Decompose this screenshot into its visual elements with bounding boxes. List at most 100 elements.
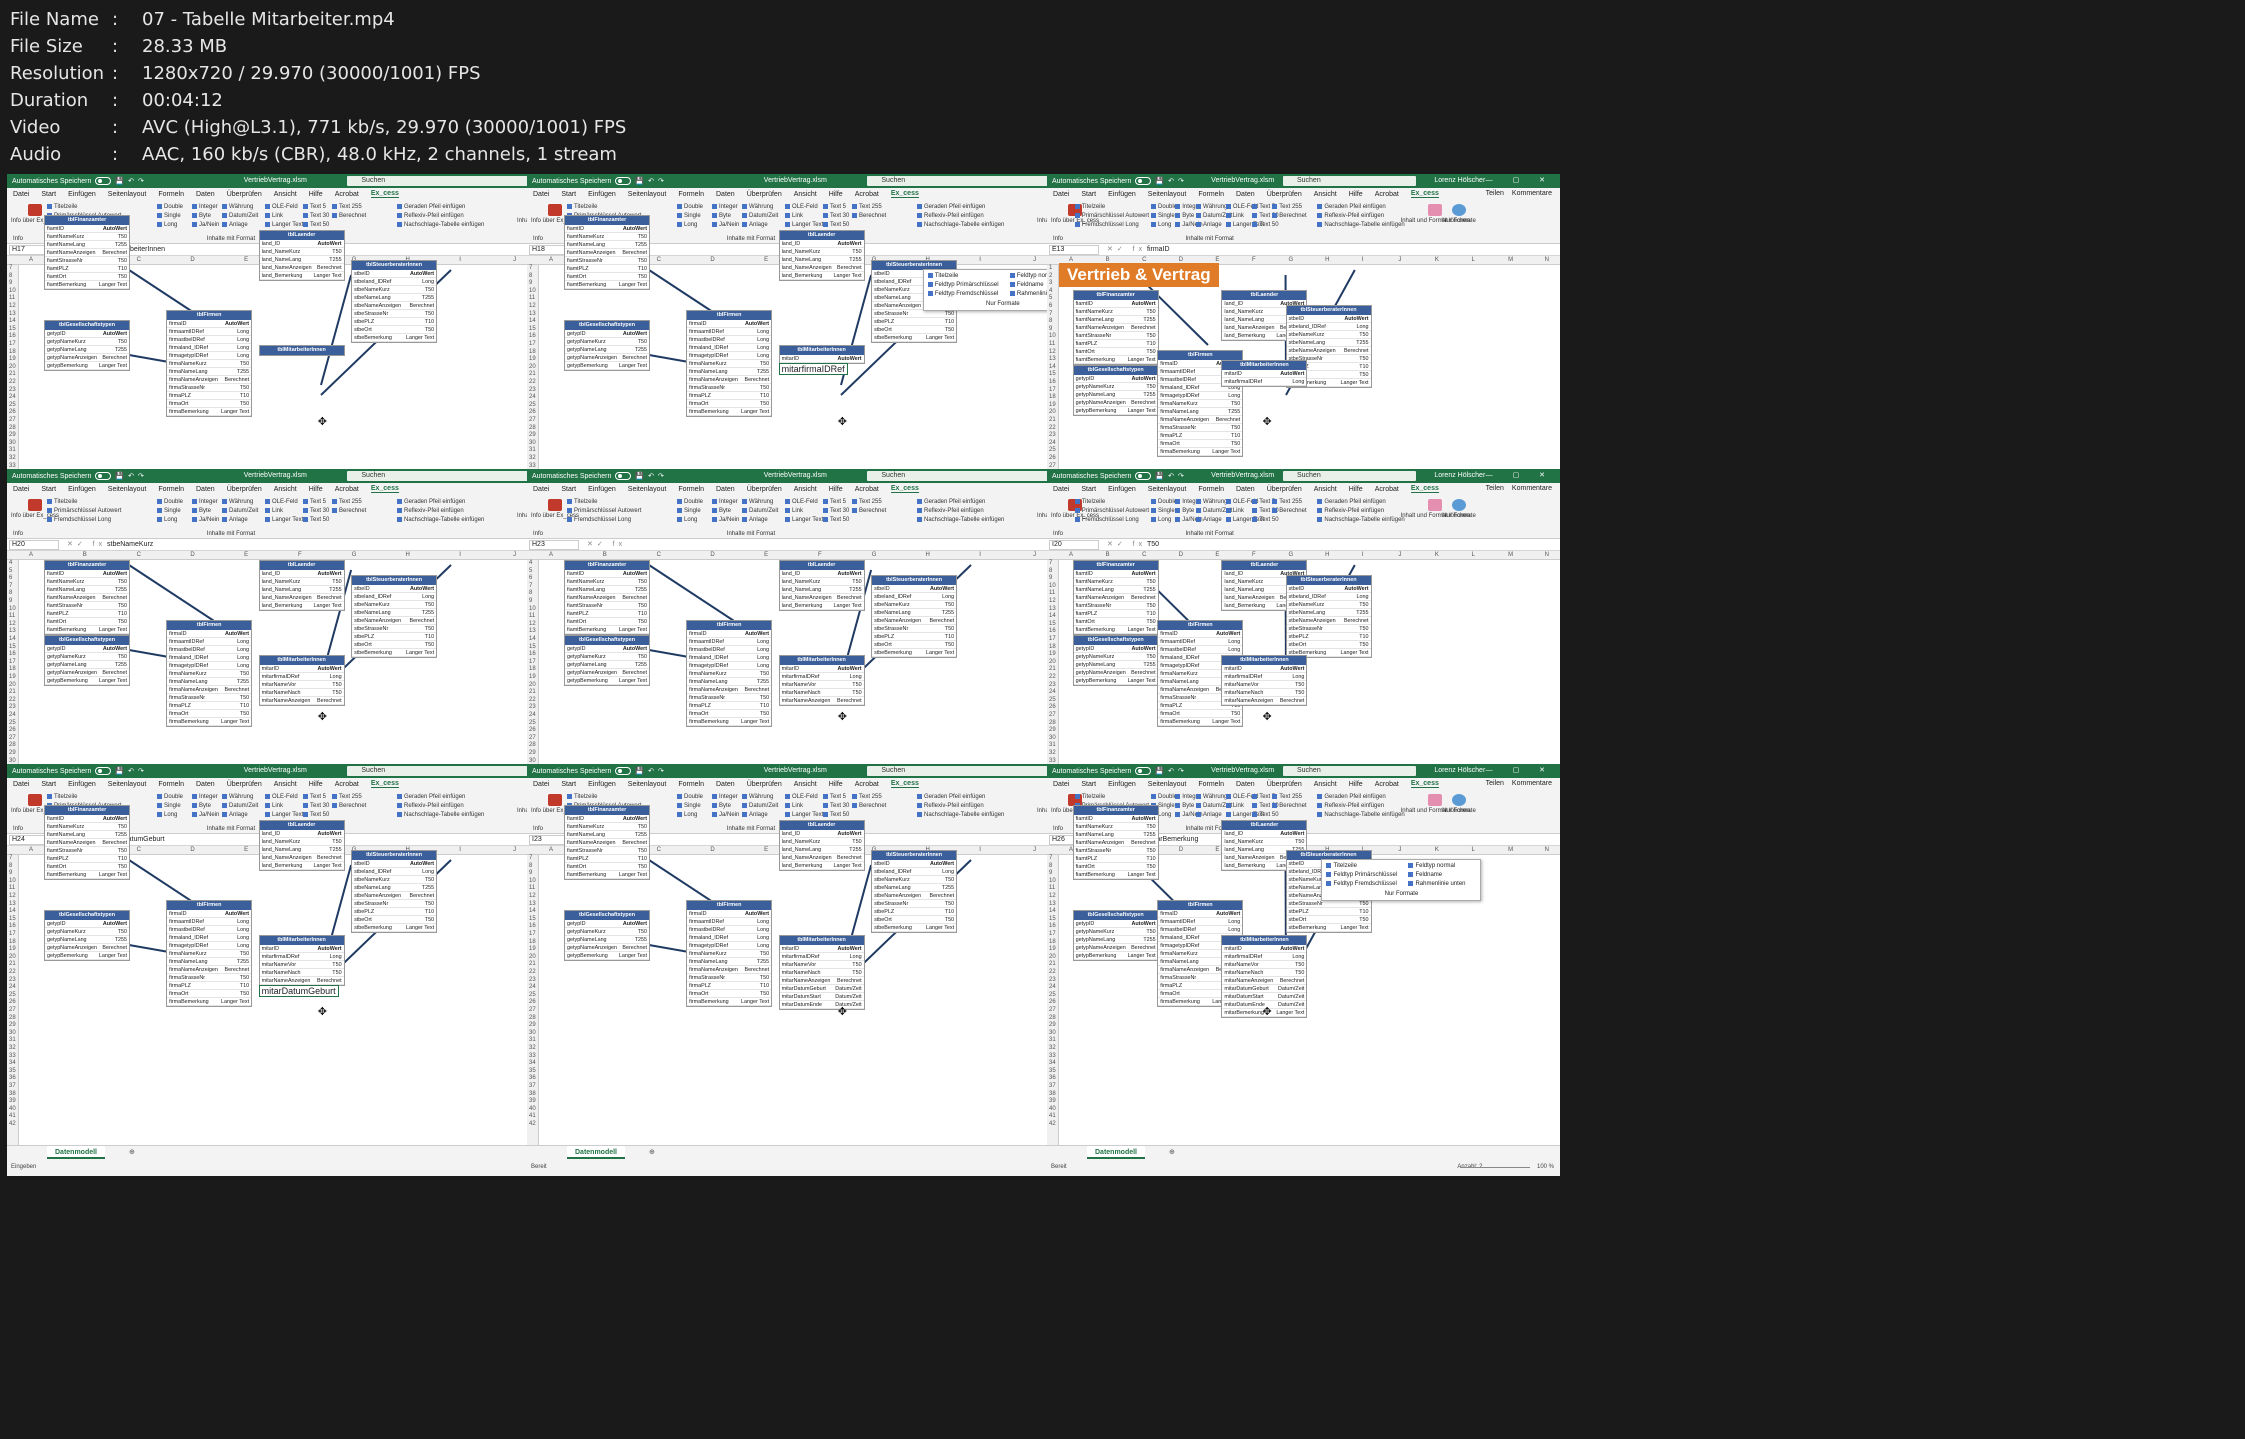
ribbon-item[interactable]: Text 5	[823, 793, 849, 802]
autosave-toggle[interactable]	[95, 767, 112, 775]
row-header[interactable]: 19	[9, 674, 16, 680]
column-header[interactable]: E	[764, 552, 768, 558]
table-row[interactable]: fiamtNameKurz T50	[45, 823, 129, 831]
table-row[interactable]: fiamtNameAnzeigen Berechnet	[45, 839, 129, 847]
row-header[interactable]: 26	[529, 999, 536, 1005]
ribbon-item[interactable]: Reflexiv-Pfeil einfügen	[1317, 212, 1404, 221]
ribbon-item[interactable]: Link	[785, 212, 823, 221]
ribbon-item[interactable]: Geraden Pfeil einfügen	[917, 793, 1004, 802]
tab-acrobat[interactable]: Acrobat	[855, 781, 879, 788]
row-header[interactable]: 35	[9, 1068, 16, 1074]
table-row[interactable]: firmaBemerkungLanger Text	[167, 408, 252, 416]
row-header[interactable]: 33	[529, 463, 536, 469]
row-header[interactable]: 8	[9, 863, 12, 869]
table-row[interactable]: stbeBemerkung Langer Text	[352, 924, 437, 932]
ribbon-item[interactable]: Fremdschlüssel Long	[1075, 516, 1149, 525]
ribbon-item[interactable]: Geraden Pfeil einfügen	[397, 793, 484, 802]
row-header[interactable]: 32	[9, 1045, 16, 1051]
table-row[interactable]: fiamtStrasseNr T50	[1073, 332, 1158, 340]
table-row[interactable]: getypBemerkung Langer Text	[565, 677, 649, 685]
ribbon-item[interactable]: Single	[157, 507, 183, 516]
row-header[interactable]: 28	[9, 742, 16, 748]
tab-daten[interactable]: Daten	[196, 486, 215, 493]
ribbon-item[interactable]: Single	[677, 212, 703, 221]
ribbon-item[interactable]: Nachschlage-Tabelle einfügen	[397, 516, 484, 525]
tab-berprfen[interactable]: Überprüfen	[1267, 781, 1302, 788]
row-header[interactable]: 23	[529, 704, 536, 710]
table-row[interactable]: getypNameKurz T50	[565, 653, 649, 661]
ribbon-item[interactable]: Währung	[222, 793, 258, 802]
table-row[interactable]: firmagetypIDRefLong	[167, 942, 252, 950]
row-header[interactable]: 14	[9, 908, 16, 914]
column-header[interactable]: E	[764, 257, 768, 263]
table-row[interactable]: fiamtStrasseNr T50	[45, 602, 129, 610]
row-header[interactable]: 40	[1049, 1106, 1056, 1112]
ribbon-item[interactable]: Text 5	[303, 498, 329, 507]
column-header[interactable]: D	[1179, 552, 1183, 558]
row-header[interactable]: 10	[1049, 878, 1056, 884]
table-row[interactable]: fiamtNameKurz T50	[45, 578, 129, 586]
row-header[interactable]: 39	[1049, 1098, 1056, 1104]
table-row[interactable]: getypID AutoWert	[1073, 375, 1158, 383]
row-header[interactable]: 24	[9, 712, 16, 718]
table-row[interactable]: firmaOrtT50	[167, 990, 252, 998]
ribbon-item[interactable]: OLE-Feld	[265, 203, 303, 212]
ribbon-item[interactable]: Text 50	[303, 516, 329, 525]
table-row[interactable]: getypNameAnzeigen Berechnet	[565, 354, 649, 362]
tab-formeln[interactable]: Formeln	[158, 486, 184, 493]
table-row[interactable]: fiamtNameKurz T50	[45, 233, 129, 241]
column-header[interactable]: I	[1362, 552, 1364, 558]
table-row[interactable]: firmaamtIDRefLong	[167, 328, 252, 336]
table-row[interactable]: firmaNameKurzT50	[167, 360, 252, 368]
table-row[interactable]: getypNameKurz T50	[565, 928, 649, 936]
row-header[interactable]: 30	[529, 758, 536, 764]
row-header[interactable]: 7	[529, 265, 532, 271]
row-header[interactable]: 23	[529, 387, 536, 393]
tab-ansicht[interactable]: Ansicht	[274, 781, 297, 788]
ribbon-item[interactable]: Link	[785, 802, 823, 811]
row-header[interactable]: 12	[529, 303, 536, 309]
row-header[interactable]: 9	[9, 280, 12, 286]
row-header[interactable]: 21	[1049, 666, 1056, 672]
dropdown-item[interactable]: Feldtyp Primärschlüssel	[1326, 871, 1397, 880]
table-row[interactable]: stbePLZT10	[872, 318, 957, 326]
row-header[interactable]: 23	[529, 977, 536, 983]
search-box[interactable]: Suchen	[1282, 471, 1417, 481]
tab-berprfen[interactable]: Überprüfen	[227, 191, 262, 198]
table-row[interactable]: firmastbelDRefLong	[167, 336, 252, 344]
table-row[interactable]: firmaIDAutoWert	[687, 910, 772, 918]
row-header[interactable]: 27	[529, 735, 536, 741]
table-row[interactable]: fiamtNameAnzeigen Berechnet	[565, 839, 649, 847]
row-header[interactable]: 13	[9, 901, 16, 907]
row-header[interactable]: 23	[9, 704, 16, 710]
table-row[interactable]: land_BemerkungLanger Text	[779, 272, 864, 280]
table-row[interactable]: stbeNameAnzeigenBerechnet	[352, 892, 437, 900]
row-header[interactable]: 34	[1049, 1060, 1056, 1066]
ribbon-item[interactable]: Single	[677, 507, 703, 516]
undo-icon[interactable]: ↶	[128, 472, 134, 480]
column-header[interactable]: A	[29, 257, 33, 263]
row-header[interactable]: 24	[1049, 689, 1056, 695]
table-row[interactable]: firmaland_IDRefLong	[167, 934, 252, 942]
ribbon-item[interactable]: Währung	[742, 203, 778, 212]
row-header[interactable]: 17	[9, 659, 16, 665]
table-row[interactable]: fiamtStrasseNr T50	[565, 847, 649, 855]
column-header[interactable]: B	[83, 552, 87, 558]
table-row[interactable]: firmaland_IDRefLong	[687, 934, 772, 942]
table-row[interactable]: stbeNameKurzT50	[1286, 601, 1371, 609]
row-header[interactable]: 13	[1049, 901, 1056, 907]
row-header[interactable]: 22	[9, 697, 16, 703]
ribbon-item[interactable]: Text 5	[823, 203, 849, 212]
table-row[interactable]: mitarDatumGeburt Datum/Zeit	[779, 985, 864, 993]
row-header[interactable]: 28	[9, 425, 16, 431]
column-header[interactable]: F	[1252, 257, 1256, 263]
table-row[interactable]: firmaOrtT50	[167, 710, 252, 718]
column-header[interactable]: J	[1033, 552, 1036, 558]
row-header[interactable]: 11	[1049, 341, 1055, 347]
table-row[interactable]: stbeIDAutoWert	[352, 860, 437, 868]
column-header[interactable]: D	[190, 552, 194, 558]
table-row[interactable]: fiamtNameAnzeigen Berechnet	[45, 594, 129, 602]
table-row[interactable]: fiamtNameKurz T50	[1073, 578, 1158, 586]
ribbon-item[interactable]: Währung	[222, 203, 258, 212]
row-header[interactable]: 39	[529, 1098, 536, 1104]
